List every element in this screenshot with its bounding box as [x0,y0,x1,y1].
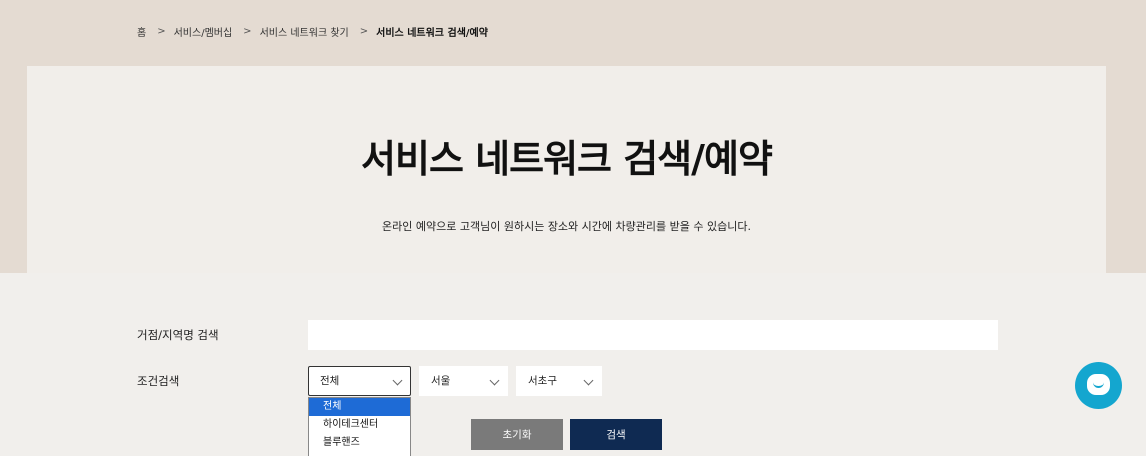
breadcrumb-item-network-find[interactable]: 서비스 네트워크 찾기 [260,24,349,39]
breadcrumb: 홈 > 서비스/멤버십 > 서비스 네트워크 찾기 > 서비스 네트워크 검색/… [137,24,488,39]
service-type-dropdown: 전체 하이테크센터 블루핸즈 [308,397,411,456]
location-search-input[interactable] [308,320,998,350]
hero-card: 서비스 네트워크 검색/예약 온라인 예약으로 고객님이 원하시는 장소와 시간… [27,66,1106,273]
page-description: 온라인 예약으로 고객님이 원하시는 장소와 시간에 차량관리를 받을 수 있습… [382,220,751,233]
district-value: 서초구 [528,375,557,387]
breadcrumb-current: 서비스 네트워크 검색/예약 [376,28,488,39]
city-select[interactable]: 서울 [419,366,508,396]
dropdown-option-hitech-center[interactable]: 하이테크센터 [309,416,410,434]
chat-button[interactable] [1075,362,1122,409]
dropdown-option-all[interactable]: 전체 [309,398,410,416]
city-value: 서울 [431,375,451,387]
chevron-down-icon [392,375,403,386]
chevron-right-icon: > [359,26,369,37]
breadcrumb-item-service-membership[interactable]: 서비스/멤버십 [174,24,233,39]
chevron-right-icon: > [243,26,252,37]
dropdown-option-bluehands[interactable]: 블루핸즈 [309,434,410,452]
reset-button[interactable]: 초기화 [471,419,563,450]
service-type-select[interactable]: 전체 [308,366,411,396]
chevron-down-icon [489,375,500,386]
breadcrumb-home[interactable]: 홈 [137,24,146,39]
service-type-value: 전체 [320,375,340,387]
district-select[interactable]: 서초구 [516,366,602,396]
condition-search-label: 조건검색 [137,374,180,388]
search-button[interactable]: 검색 [570,419,662,450]
chevron-right-icon: > [157,26,166,37]
page-title: 서비스 네트워크 검색/예약 [361,137,773,181]
location-search-label: 거점/지역명 검색 [137,328,219,342]
chat-bubble-icon [1087,374,1110,395]
chevron-down-icon [583,375,594,386]
